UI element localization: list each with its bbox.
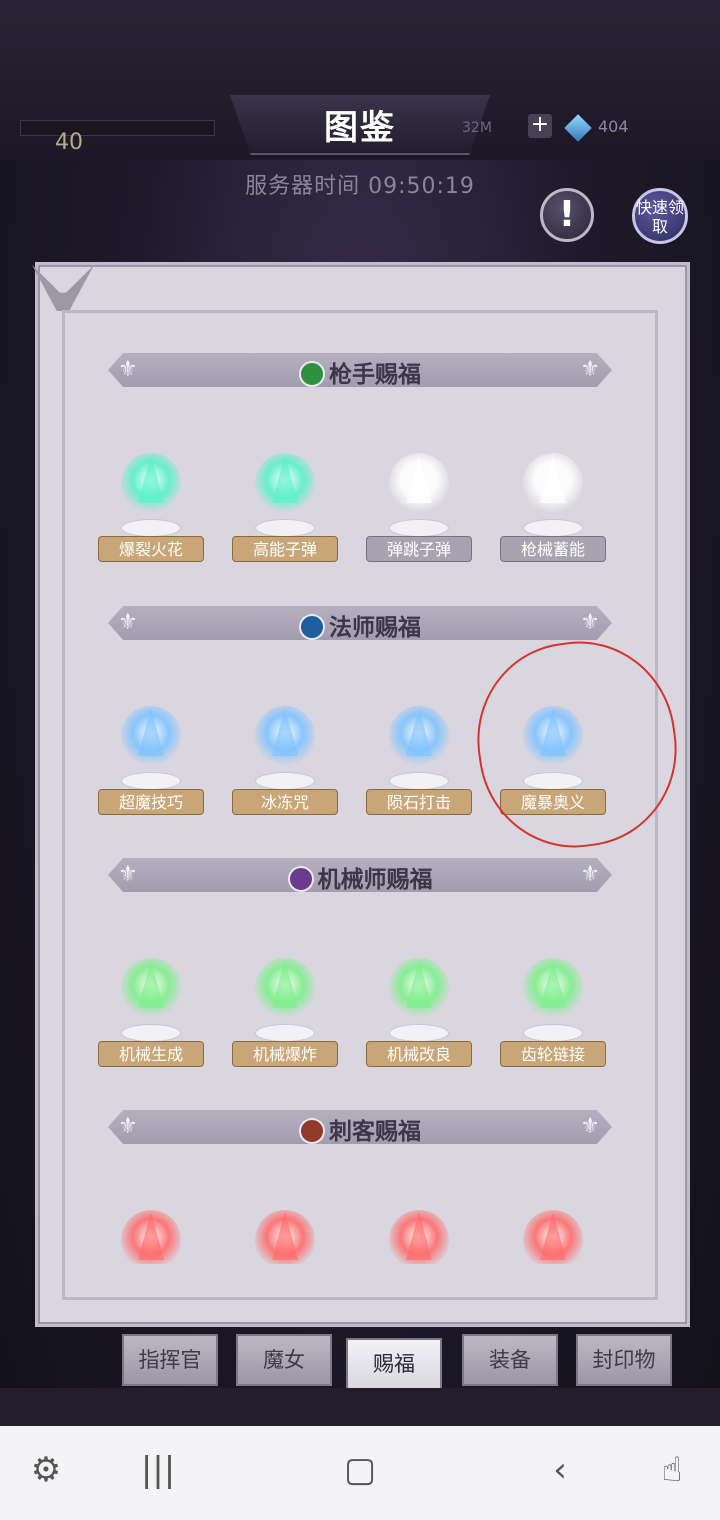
chip-icon (255, 958, 315, 1018)
tab-3[interactable]: 装备 (462, 1334, 558, 1386)
section-header: ⚜ 机械师赐福 ⚜ (108, 858, 612, 892)
blessing-item[interactable]: 机械爆炸 (230, 946, 340, 1096)
blessing-label: 弹跳子弹 (366, 536, 472, 562)
section-title-text: 枪手赐福 (329, 362, 421, 388)
energy-bar (20, 120, 215, 136)
quick-claim-button[interactable]: 快速领取 (632, 188, 688, 244)
home-icon[interactable]: ▢ (330, 1450, 390, 1490)
touch-lock-icon[interactable]: ☝ (642, 1450, 702, 1490)
recents-icon[interactable]: ||| (128, 1450, 188, 1490)
blessing-item[interactable] (498, 1198, 608, 1264)
shuriken-icon (389, 1210, 449, 1264)
bullet-icon (121, 453, 181, 513)
fleur-icon: ⚜ (580, 610, 600, 635)
tab-0[interactable]: 指挥官 (122, 1334, 218, 1386)
game-tools-icon[interactable]: ⚙ (16, 1450, 76, 1490)
blessing-label: 机械爆炸 (232, 1041, 338, 1067)
tab-4[interactable]: 封印物 (576, 1334, 672, 1386)
section-title: 法师赐福 (108, 608, 612, 641)
blessing-item[interactable]: 超魔技巧 (96, 694, 206, 844)
game-screen: 图鉴 40 32M + 404 服务器时间 09:50:19 ! 快速领取 ⚜ 枪… (0, 0, 720, 1520)
blade-icon (255, 1210, 315, 1264)
info-button[interactable]: ! (540, 188, 594, 242)
mech-spider-icon (121, 958, 181, 1018)
blessing-label: 枪械蓄能 (500, 536, 606, 562)
rifle-icon (523, 453, 583, 513)
section-title: 机械师赐福 (108, 860, 612, 893)
blessing-item[interactable]: 爆裂火花 (96, 441, 206, 591)
blessing-label: 齿轮链接 (500, 1041, 606, 1067)
snowflake-icon (255, 706, 315, 766)
gun-icon (299, 361, 325, 387)
dagger-icon (299, 1118, 325, 1144)
energy-value: 40 (55, 130, 83, 155)
fleur-icon: ⚜ (580, 357, 600, 382)
bottom-hud-strip (0, 1388, 720, 1426)
blessing-label: 高能子弹 (232, 536, 338, 562)
tab-2[interactable]: 赐福 (346, 1338, 442, 1394)
blessing-item[interactable]: 机械改良 (364, 946, 474, 1096)
tab-1[interactable]: 魔女 (236, 1334, 332, 1386)
section-title: 枪手赐福 (108, 355, 612, 388)
gear-link-icon (523, 958, 583, 1018)
blessing-item[interactable]: 高能子弹 (230, 441, 340, 591)
add-resource-button[interactable]: + (528, 114, 552, 138)
section-title: 刺客赐福 (108, 1112, 612, 1145)
blessing-label: 机械改良 (366, 1041, 472, 1067)
section-header: ⚜ 枪手赐福 ⚜ (108, 353, 612, 387)
ricochet-icon (389, 453, 449, 513)
kunai-icon (523, 1210, 583, 1264)
blessing-label: 超魔技巧 (98, 789, 204, 815)
blessing-label: 冰冻咒 (232, 789, 338, 815)
blessing-item[interactable]: 机械生成 (96, 946, 206, 1096)
section-title-text: 刺客赐福 (329, 1119, 421, 1145)
wrench-icon (389, 958, 449, 1018)
server-time: 服务器时间 09:50:19 (245, 174, 475, 199)
energy-bullet-icon (255, 453, 315, 513)
section-header: ⚜ 法师赐福 ⚜ (108, 606, 612, 640)
meteor-icon (389, 706, 449, 766)
staff-icon (299, 614, 325, 640)
fleur-icon: ⚜ (580, 862, 600, 887)
blessing-item[interactable]: 齿轮链接 (498, 946, 608, 1096)
arcane-orb-icon (121, 706, 181, 766)
back-icon[interactable]: ‹ (530, 1450, 590, 1490)
fleur-icon: ⚜ (580, 1114, 600, 1139)
blessing-item[interactable]: 弹跳子弹 (364, 441, 474, 591)
gear-icon (287, 866, 314, 892)
stamina-value: 32M (462, 120, 492, 136)
blessing-item[interactable] (230, 1198, 340, 1264)
target-icon (121, 1210, 181, 1264)
blessing-label: 陨石打击 (366, 789, 472, 815)
section-header: ⚜ 刺客赐福 ⚜ (108, 1110, 612, 1144)
blessing-label: 机械生成 (98, 1041, 204, 1067)
blessing-item[interactable] (96, 1198, 206, 1264)
blessing-item[interactable]: 枪械蓄能 (498, 441, 608, 591)
gem-value: 404 (598, 117, 629, 136)
blessing-item[interactable]: 陨石打击 (364, 694, 474, 844)
blessing-item[interactable]: 冰冻咒 (230, 694, 340, 844)
blessing-item[interactable] (364, 1198, 474, 1264)
section-title-text: 机械师赐福 (317, 867, 433, 893)
section-title-text: 法师赐福 (329, 615, 421, 641)
blessing-label: 爆裂火花 (98, 536, 204, 562)
